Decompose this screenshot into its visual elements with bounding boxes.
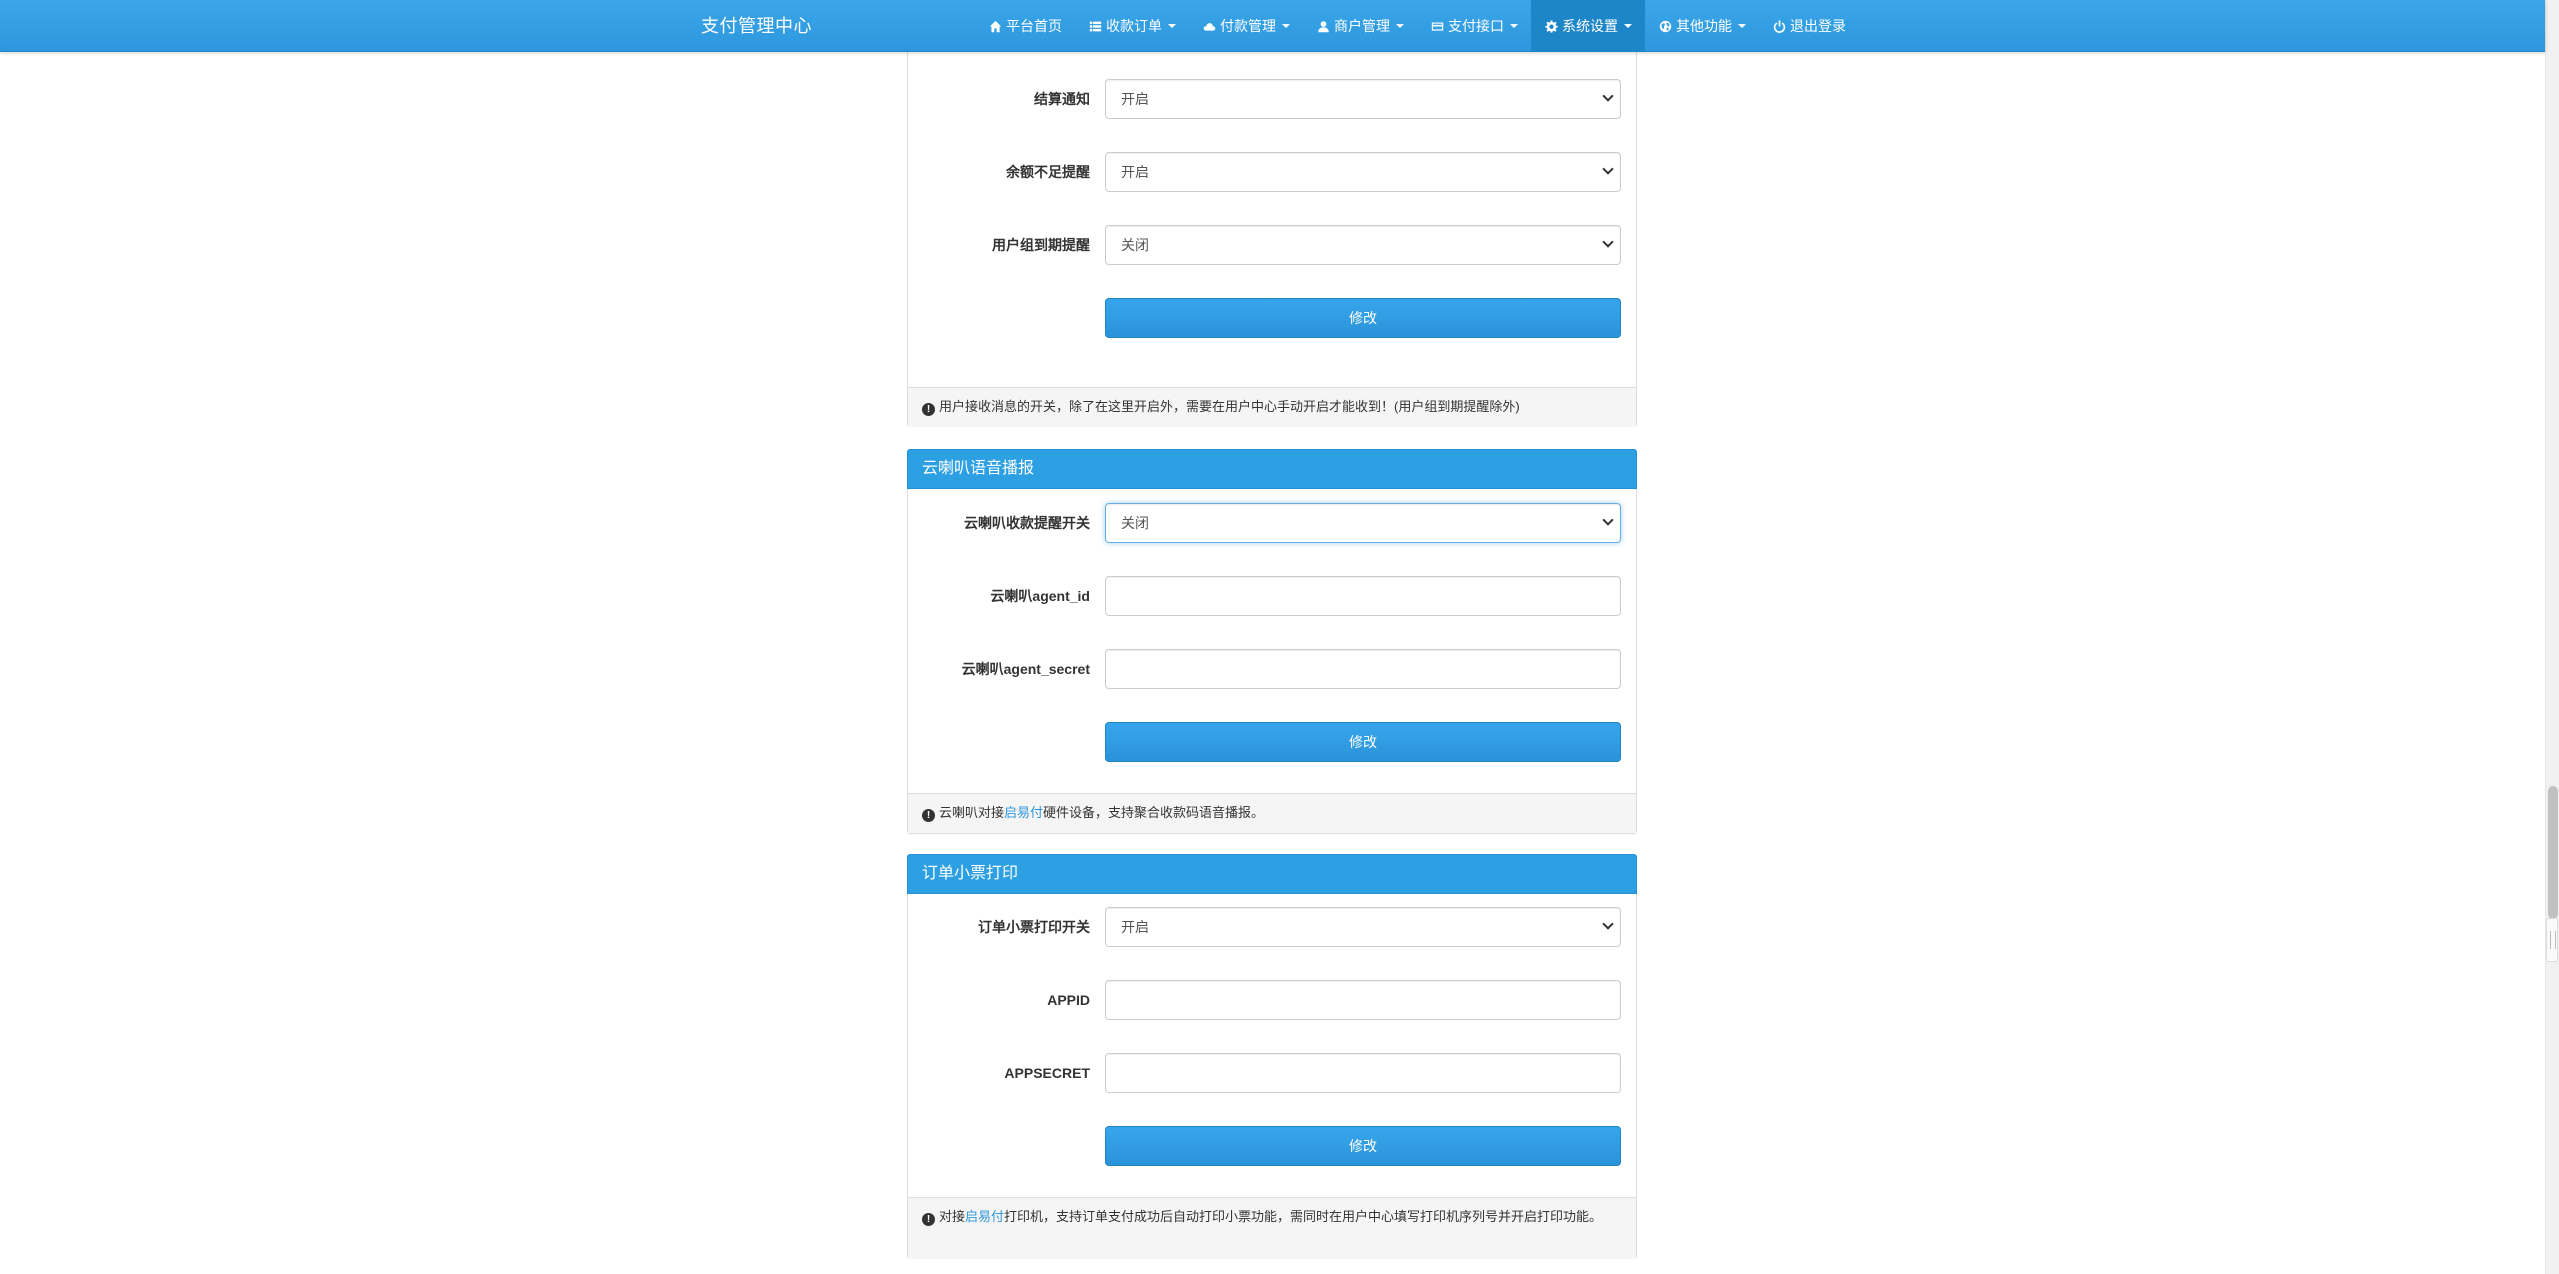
select-value: 开启 [1121, 91, 1149, 107]
panel-heading: 云喇叭语音播报 [907, 449, 1637, 489]
caret-down-icon [1396, 24, 1404, 28]
info-icon: ! [922, 809, 935, 822]
home-icon [988, 19, 1002, 33]
form-row-settle-notify: 结算通知 开启 [908, 79, 1636, 119]
cloud-speaker-panel: 云喇叭语音播报 云喇叭收款提醒开关 关闭 云喇叭agent_id 云喇叭agen… [907, 449, 1637, 834]
footer-prefix: 云喇叭对接 [939, 805, 1005, 820]
settle-notify-label: 结算通知 [1034, 91, 1090, 107]
nav-item-payout[interactable]: 付款管理 [1189, 0, 1303, 52]
caret-down-icon [1282, 24, 1290, 28]
form-row-appsecret: APPSECRET [908, 1053, 1636, 1093]
nav-item-merchants[interactable]: 商户管理 [1303, 0, 1417, 52]
form-row-appid: APPID [908, 980, 1636, 1020]
print-switch-label: 订单小票打印开关 [978, 919, 1090, 935]
nav-item-label: 退出登录 [1790, 18, 1846, 34]
nav-item-orders[interactable]: 收款订单 [1075, 0, 1189, 52]
caret-down-icon [1510, 24, 1518, 28]
user-icon [1316, 19, 1330, 33]
form-row-submit: 修改 [908, 298, 1636, 338]
notify-panel-footer: ! 用户接收消息的开关，除了在这里开启外，需要在用户中心手动开启才能收到！(用户组… [908, 387, 1636, 427]
panel-heading: 订单小票打印 [907, 854, 1637, 894]
nav-item-label: 其他功能 [1676, 18, 1732, 34]
form-row-group-expiry: 用户组到期提醒 关闭 [908, 225, 1636, 265]
footer-prefix: 对接 [939, 1209, 966, 1224]
low-balance-label: 余额不足提醒 [1006, 164, 1090, 180]
appid-label: APPID [1047, 992, 1090, 1008]
nav-item-label: 商户管理 [1334, 18, 1390, 34]
main-nav: 平台首页 收款订单 付款管理 商户管理 支付接口 系统设置 其他功能 退出登录 [975, 0, 1859, 52]
chevron-down-icon [1602, 163, 1614, 175]
nav-item-home[interactable]: 平台首页 [975, 0, 1075, 52]
form-row-agent-secret: 云喇叭agent_secret [908, 649, 1636, 689]
footer-suffix: 打印机，支持订单支付成功后自动打印小票功能，需同时在用户中心填写打印机序列号并开… [1004, 1209, 1603, 1224]
form-row-submit: 修改 [908, 1126, 1636, 1166]
nav-item-logout[interactable]: 退出登录 [1759, 0, 1859, 52]
power-icon [1772, 19, 1786, 33]
info-icon: ! [922, 403, 935, 416]
speaker-panel-footer: ! 云喇叭对接启易付硬件设备，支持聚合收款码语音播报。 [908, 793, 1636, 833]
qiyifu-link[interactable]: 启易付 [1004, 805, 1043, 820]
select-value: 开启 [1121, 164, 1149, 180]
scrollbar-thumb[interactable] [2548, 786, 2558, 919]
nav-item-label: 付款管理 [1220, 18, 1276, 34]
nav-item-other-functions[interactable]: 其他功能 [1645, 0, 1759, 52]
form-row-low-balance: 余额不足提醒 开启 [908, 152, 1636, 192]
receipt-print-panel: 订单小票打印 订单小票打印开关 开启 APPID APPSECRET 修改 ! 对… [907, 854, 1637, 1259]
nav-item-label: 系统设置 [1562, 18, 1618, 34]
chevron-down-icon [1602, 514, 1614, 526]
top-navbar: 支付管理中心 平台首页 收款订单 付款管理 商户管理 支付接口 系统设置 其他功… [0, 0, 2545, 52]
chevron-down-icon [1602, 90, 1614, 102]
footer-text: 用户接收消息的开关，除了在这里开启外，需要在用户中心手动开启才能收到！(用户组到… [939, 399, 1520, 414]
print-switch-select[interactable]: 开启 [1105, 907, 1621, 947]
caret-down-icon [1624, 24, 1632, 28]
speaker-submit-button[interactable]: 修改 [1105, 722, 1621, 762]
settle-notify-select[interactable]: 开启 [1105, 79, 1621, 119]
group-expiry-label: 用户组到期提醒 [992, 237, 1090, 253]
select-value: 开启 [1121, 919, 1149, 935]
speaker-switch-label: 云喇叭收款提醒开关 [964, 515, 1090, 531]
nav-item-system-settings[interactable]: 系统设置 [1531, 0, 1645, 52]
notify-submit-button[interactable]: 修改 [1105, 298, 1621, 338]
scroll-grip-handle[interactable] [2546, 918, 2558, 962]
nav-item-label: 支付接口 [1448, 18, 1504, 34]
form-row-agent-id: 云喇叭agent_id [908, 576, 1636, 616]
print-panel-footer: ! 对接启易付打印机，支持订单支付成功后自动打印小票功能，需同时在用户中心填写打印… [908, 1197, 1636, 1259]
caret-down-icon [1738, 24, 1746, 28]
speaker-switch-select[interactable]: 关闭 [1105, 503, 1621, 543]
form-row-speaker-switch: 云喇叭收款提醒开关 关闭 [908, 503, 1636, 543]
cloud-icon [1202, 19, 1216, 33]
group-expiry-select[interactable]: 关闭 [1105, 225, 1621, 265]
low-balance-select[interactable]: 开启 [1105, 152, 1621, 192]
agent-secret-label: 云喇叭agent_secret [961, 661, 1090, 677]
gear-icon [1544, 19, 1558, 33]
appid-input[interactable] [1105, 980, 1621, 1020]
print-submit-button[interactable]: 修改 [1105, 1126, 1621, 1166]
nav-item-label: 收款订单 [1106, 18, 1162, 34]
globe-icon [1658, 19, 1672, 33]
qiyifu-link[interactable]: 启易付 [965, 1209, 1004, 1224]
appsecret-label: APPSECRET [1004, 1065, 1090, 1081]
caret-down-icon [1168, 24, 1176, 28]
select-value: 关闭 [1121, 237, 1149, 253]
form-row-submit: 修改 [908, 722, 1636, 762]
nav-item-label: 平台首页 [1006, 18, 1062, 34]
agent-id-label: 云喇叭agent_id [990, 588, 1090, 604]
notification-settings-panel: 结算通知 开启 余额不足提醒 开启 用户组到期提醒 关闭 修改 ! 用户接收消息的… [907, 0, 1637, 427]
agent-id-input[interactable] [1105, 576, 1621, 616]
appsecret-input[interactable] [1105, 1053, 1621, 1093]
page-scrollbar[interactable] [2545, 0, 2559, 1274]
select-value: 关闭 [1121, 515, 1149, 531]
list-icon [1088, 19, 1102, 33]
chevron-down-icon [1602, 918, 1614, 930]
agent-secret-input[interactable] [1105, 649, 1621, 689]
info-icon: ! [922, 1213, 935, 1226]
footer-suffix: 硬件设备，支持聚合收款码语音播报。 [1043, 805, 1265, 820]
credit-card-icon [1430, 19, 1444, 33]
nav-item-payment-api[interactable]: 支付接口 [1417, 0, 1531, 52]
form-row-print-switch: 订单小票打印开关 开启 [908, 907, 1636, 947]
chevron-down-icon [1602, 236, 1614, 248]
brand-title[interactable]: 支付管理中心 [701, 0, 812, 52]
